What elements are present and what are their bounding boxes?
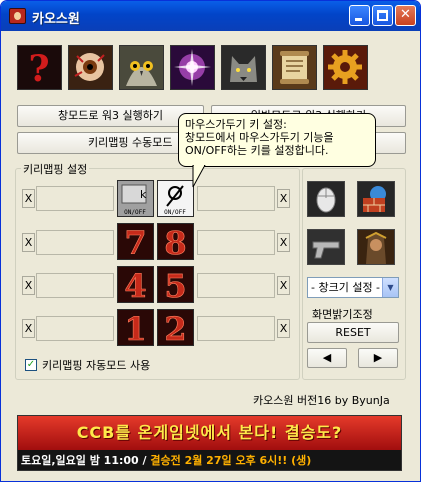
window-size-select-value: - 창크기 설정 - (311, 281, 381, 294)
keyboard-toggle-caption: ON/OFF (124, 209, 146, 216)
clear-key-button[interactable]: X (22, 319, 35, 338)
mouse-icon[interactable] (307, 181, 345, 217)
brightness-decrease-button[interactable]: ◀ (307, 348, 347, 368)
numpad-key-2-label: 2 (164, 310, 186, 345)
brightness-increase-button[interactable]: ▶ (358, 348, 398, 368)
maximize-button[interactable] (372, 5, 393, 26)
banner-final: 결승전 2월 27일 오후 6시!! (생) (150, 454, 312, 467)
pistol-icon[interactable] (307, 229, 345, 265)
numpad-key-7-label: 7 (124, 224, 146, 259)
window-size-select[interactable]: - 창크기 설정 - ▼ (307, 277, 399, 298)
numpad-key-1[interactable]: 1 (117, 309, 154, 346)
numpad-key-4-label: 4 (124, 267, 146, 302)
key-slot[interactable] (36, 316, 114, 341)
minimize-icon (355, 18, 362, 21)
clear-key-button[interactable]: X (277, 189, 290, 208)
firewall-icon[interactable] (357, 181, 395, 217)
owl-icon[interactable] (119, 45, 164, 90)
maximize-icon (377, 10, 388, 21)
title-bar[interactable]: 카오스원 ✕ (1, 1, 420, 31)
banner-schedule: 토요일,일요일 밤 11:00 (21, 454, 139, 467)
window-title: 카오스원 (32, 12, 80, 27)
auto-mode-label: 키리맵핑 자동모드 사용 (42, 359, 151, 372)
tooltip-line-3: ON/OFF하는 키를 설정합니다. (185, 144, 329, 157)
magic-sparkle-icon[interactable] (170, 45, 215, 90)
keymap-group-label: 키리맵핑 설정 (21, 161, 90, 177)
mouse-lock-tooltip: 마우스가두기 키 설정: 창모드에서 마우스가두기 기능을 ON/OFF하는 키… (178, 113, 376, 167)
tooltip-line-2: 창모드에서 마우스가두기 기능을 (185, 131, 334, 144)
numpad-key-5-label: 5 (164, 267, 186, 302)
clear-key-button[interactable]: X (22, 233, 35, 252)
brightness-label: 화면밝기조정 (312, 308, 373, 321)
banner-separator: / (138, 454, 151, 467)
banner-schedule-line: 토요일,일요일 밤 11:00 / 결승전 2월 27일 오후 6시!! (생) (18, 450, 401, 470)
question-mark-icon[interactable]: ? (17, 45, 62, 90)
author-label: by ByunJa (334, 394, 390, 407)
app-icon (9, 8, 26, 24)
ad-banner[interactable]: CCB를 온게임넷에서 본다! 결승도? 토요일,일요일 밤 11:00 / 결… (17, 415, 402, 471)
numpad-key-7[interactable]: 7 (117, 223, 154, 260)
numpad-key-8-label: 8 (164, 224, 186, 259)
key-slot[interactable] (197, 230, 275, 255)
eyeball-icon[interactable] (68, 45, 113, 90)
window-mode-run-button[interactable]: 창모드로 워3 실행하기 (17, 105, 204, 127)
numpad-key-4[interactable]: 4 (117, 266, 154, 303)
brightness-reset-button[interactable]: RESET (307, 322, 399, 343)
tooltip-title: 마우스가두기 키 설정: (185, 118, 287, 131)
clear-key-button[interactable]: X (22, 189, 35, 208)
gear-icon[interactable] (323, 45, 368, 90)
keyboard-toggle-button[interactable]: k ON/OFF (117, 180, 154, 217)
minimize-button[interactable] (349, 5, 370, 26)
numpad-key-1-label: 1 (124, 310, 146, 345)
clear-key-button[interactable]: X (277, 276, 290, 295)
app-window: 카오스원 ✕ ? 창모드로 워3 실행하기 일반모드로 워3 실행하기 키리맵핑… (0, 0, 421, 482)
svg-text:?: ? (28, 48, 49, 89)
close-button[interactable]: ✕ (395, 5, 416, 26)
key-slot[interactable] (197, 273, 275, 298)
banner-headline: CCB를 온게임넷에서 본다! 결승도? (18, 416, 401, 450)
numpad-key-8[interactable]: 8 (157, 223, 194, 260)
warrior-portrait-icon[interactable] (357, 229, 395, 265)
key-slot[interactable] (36, 186, 114, 211)
clear-key-button[interactable]: X (277, 233, 290, 252)
version-label: 카오스원 버전16 (253, 394, 332, 407)
footer-text: 카오스원 버전16 by ByunJa (253, 392, 390, 408)
mouse-lock-toggle-caption: ON/OFF (164, 209, 186, 216)
key-slot[interactable] (36, 230, 114, 255)
key-slot[interactable] (197, 316, 275, 341)
numpad-key-5[interactable]: 5 (157, 266, 194, 303)
tooltip-pointer (192, 165, 206, 188)
auto-mode-checkbox[interactable]: ✓ (25, 359, 37, 371)
chevron-down-icon[interactable]: ▼ (382, 278, 398, 297)
clear-key-button[interactable]: X (22, 276, 35, 295)
wolf-icon[interactable] (221, 45, 266, 90)
key-slot[interactable] (197, 186, 275, 211)
scroll-icon[interactable] (272, 45, 317, 90)
svg-text:k: k (140, 188, 147, 201)
numpad-key-2[interactable]: 2 (157, 309, 194, 346)
mouse-lock-toggle-button[interactable]: ON/OFF (157, 180, 194, 217)
clear-key-button[interactable]: X (277, 319, 290, 338)
key-slot[interactable] (36, 273, 114, 298)
